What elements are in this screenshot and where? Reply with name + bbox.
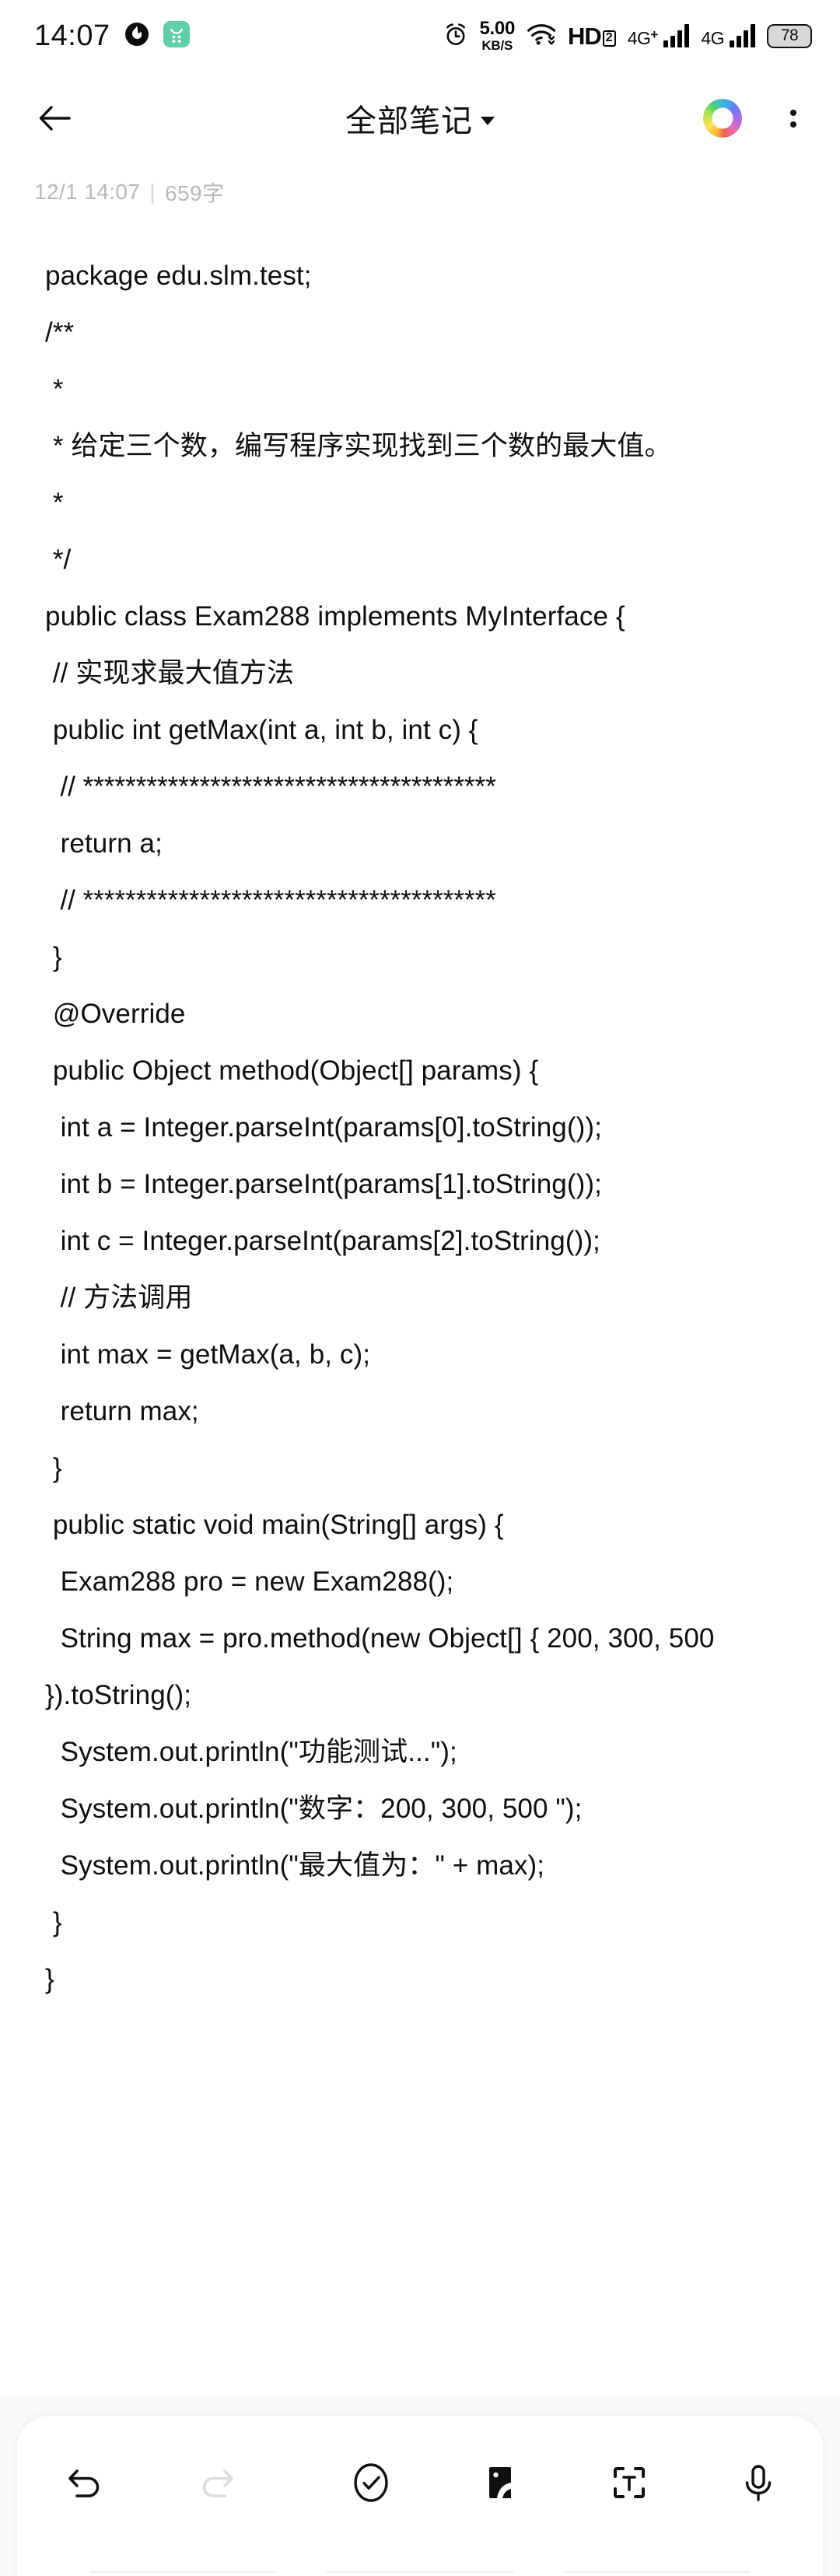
- note-line: public class Exam288 implements MyInterf…: [45, 601, 625, 632]
- checklist-button[interactable]: [342, 2454, 400, 2511]
- fire-droplet-icon: [124, 22, 149, 51]
- signal-sim1-label: 4G: [627, 28, 651, 48]
- note-line: Exam288 pro = new Exam288();: [45, 1566, 454, 1597]
- signal-sim1-label-wrap: 4G +: [627, 27, 659, 48]
- note-line: int a = Integer.parseInt(params[0].toStr…: [45, 1112, 602, 1143]
- note-line: }: [45, 1964, 54, 1994]
- note-line: return a;: [45, 828, 163, 859]
- battery-level: 78: [780, 26, 799, 44]
- note-editor-screen: 14:07 5.00 KB/S HD 2 4G + 4G 78 全部笔记 12/…: [0, 0, 840, 2576]
- redo-icon: [202, 2469, 233, 2497]
- voice-input-button[interactable]: [730, 2454, 787, 2511]
- scan-text-icon: [614, 2467, 645, 2498]
- signal-sim2-icon: 4G: [701, 24, 755, 47]
- network-speed-unit: KB/S: [481, 38, 513, 53]
- signal-sim1-bars: [663, 24, 690, 47]
- app-header: 全部笔记: [0, 72, 840, 165]
- note-line: int c = Integer.parseInt(params[2].toStr…: [45, 1226, 600, 1256]
- redo-button[interactable]: [188, 2454, 246, 2511]
- undo-button[interactable]: [56, 2454, 114, 2511]
- note-timestamp: 12/1 14:07: [34, 180, 141, 204]
- note-line: System.out.println("数字：200, 300, 500 ");: [45, 1794, 583, 1824]
- note-line: package edu.slm.test;: [45, 261, 312, 291]
- check-circle-icon: [354, 2463, 388, 2502]
- nav-hint-bar: [0, 2571, 840, 2576]
- note-line: String max = pro.method(new Object[] { 2…: [45, 1623, 723, 1710]
- signal-sim2-bars: [730, 24, 755, 47]
- note-line: @Override: [45, 999, 186, 1029]
- note-line: /**: [45, 317, 75, 348]
- battery-icon: 78: [767, 23, 812, 48]
- hd-voice-icon: HD 2: [568, 24, 616, 48]
- scan-text-button[interactable]: [600, 2454, 658, 2511]
- note-line: * 给定三个数，编写程序实现找到三个数的最大值。: [45, 431, 672, 461]
- note-line: public static void main(String[] args) {: [45, 1510, 504, 1540]
- insert-actions: [342, 2454, 787, 2511]
- note-meta-text: 12/1 14:07 | 659字: [34, 177, 224, 208]
- note-line: // 实现求最大值方法: [45, 658, 295, 688]
- undo-icon: [68, 2469, 100, 2497]
- note-line: }: [45, 942, 62, 972]
- note-line: int max = getMax(a, b, c);: [45, 1339, 371, 1370]
- note-line: *: [45, 488, 64, 518]
- status-bar: 14:07 5.00 KB/S HD 2 4G + 4G 78: [0, 0, 840, 72]
- signal-sim1-icon: 4G +: [628, 24, 690, 47]
- chevron-down-icon[interactable]: [481, 116, 495, 125]
- microphone-icon: [745, 2465, 772, 2501]
- history-actions: [56, 2454, 246, 2511]
- network-speed-indicator: 5.00 KB/S: [479, 18, 515, 53]
- note-line: System.out.println("功能测试...");: [45, 1737, 457, 1767]
- back-arrow-icon: [39, 106, 71, 131]
- note-line: System.out.println("最大值为：" + max);: [45, 1850, 545, 1881]
- hd-sim-number: 2: [602, 30, 616, 47]
- note-line: */: [45, 544, 72, 575]
- signal-sim1-plus: +: [650, 27, 659, 42]
- wifi-icon: [527, 23, 556, 50]
- note-line: }: [45, 1453, 62, 1483]
- note-line: int b = Integer.parseInt(params[1].toStr…: [45, 1169, 602, 1199]
- back-button[interactable]: [28, 92, 81, 145]
- network-speed-value: 5.00: [479, 18, 515, 39]
- green-app-icon: [163, 20, 190, 51]
- bottom-toolbar-shell: [0, 2396, 840, 2576]
- status-bar-clock: 14:07: [34, 19, 110, 52]
- image-icon: [489, 2467, 511, 2498]
- note-word-count: 659字: [165, 181, 225, 205]
- insert-image-button[interactable]: [471, 2454, 529, 2511]
- rainbow-ring-icon[interactable]: [703, 99, 742, 138]
- note-line: // *************************************…: [45, 772, 496, 802]
- signal-sim2-label: 4G: [701, 28, 724, 48]
- hd-label: HD: [568, 22, 602, 50]
- bottom-toolbar: [17, 2416, 823, 2576]
- notebook-title[interactable]: 全部笔记: [345, 96, 473, 141]
- note-meta-separator: |: [149, 180, 156, 204]
- note-line: return max;: [45, 1396, 199, 1426]
- status-bar-left: 14:07: [34, 19, 190, 52]
- alarm-clock-icon: [443, 21, 469, 51]
- note-content-area[interactable]: package edu.slm.test; /** * * 给定三个数，编写程序实…: [0, 219, 840, 2396]
- note-line: public int getMax(int a, int b, int c) {: [45, 715, 478, 745]
- signal-sim2-label-wrap: 4G: [701, 30, 724, 47]
- note-line: public Object method(Object[] params) {: [45, 1055, 539, 1086]
- note-meta-row: 12/1 14:07 | 659字: [0, 165, 840, 219]
- more-vertical-icon[interactable]: [782, 105, 804, 132]
- note-line: // *************************************…: [45, 885, 496, 915]
- note-line: *: [45, 374, 64, 404]
- status-bar-right: 5.00 KB/S HD 2 4G + 4G 78: [443, 19, 812, 52]
- header-actions: [703, 99, 804, 138]
- note-line: // 方法调用: [45, 1283, 193, 1313]
- note-line: }: [45, 1907, 62, 1937]
